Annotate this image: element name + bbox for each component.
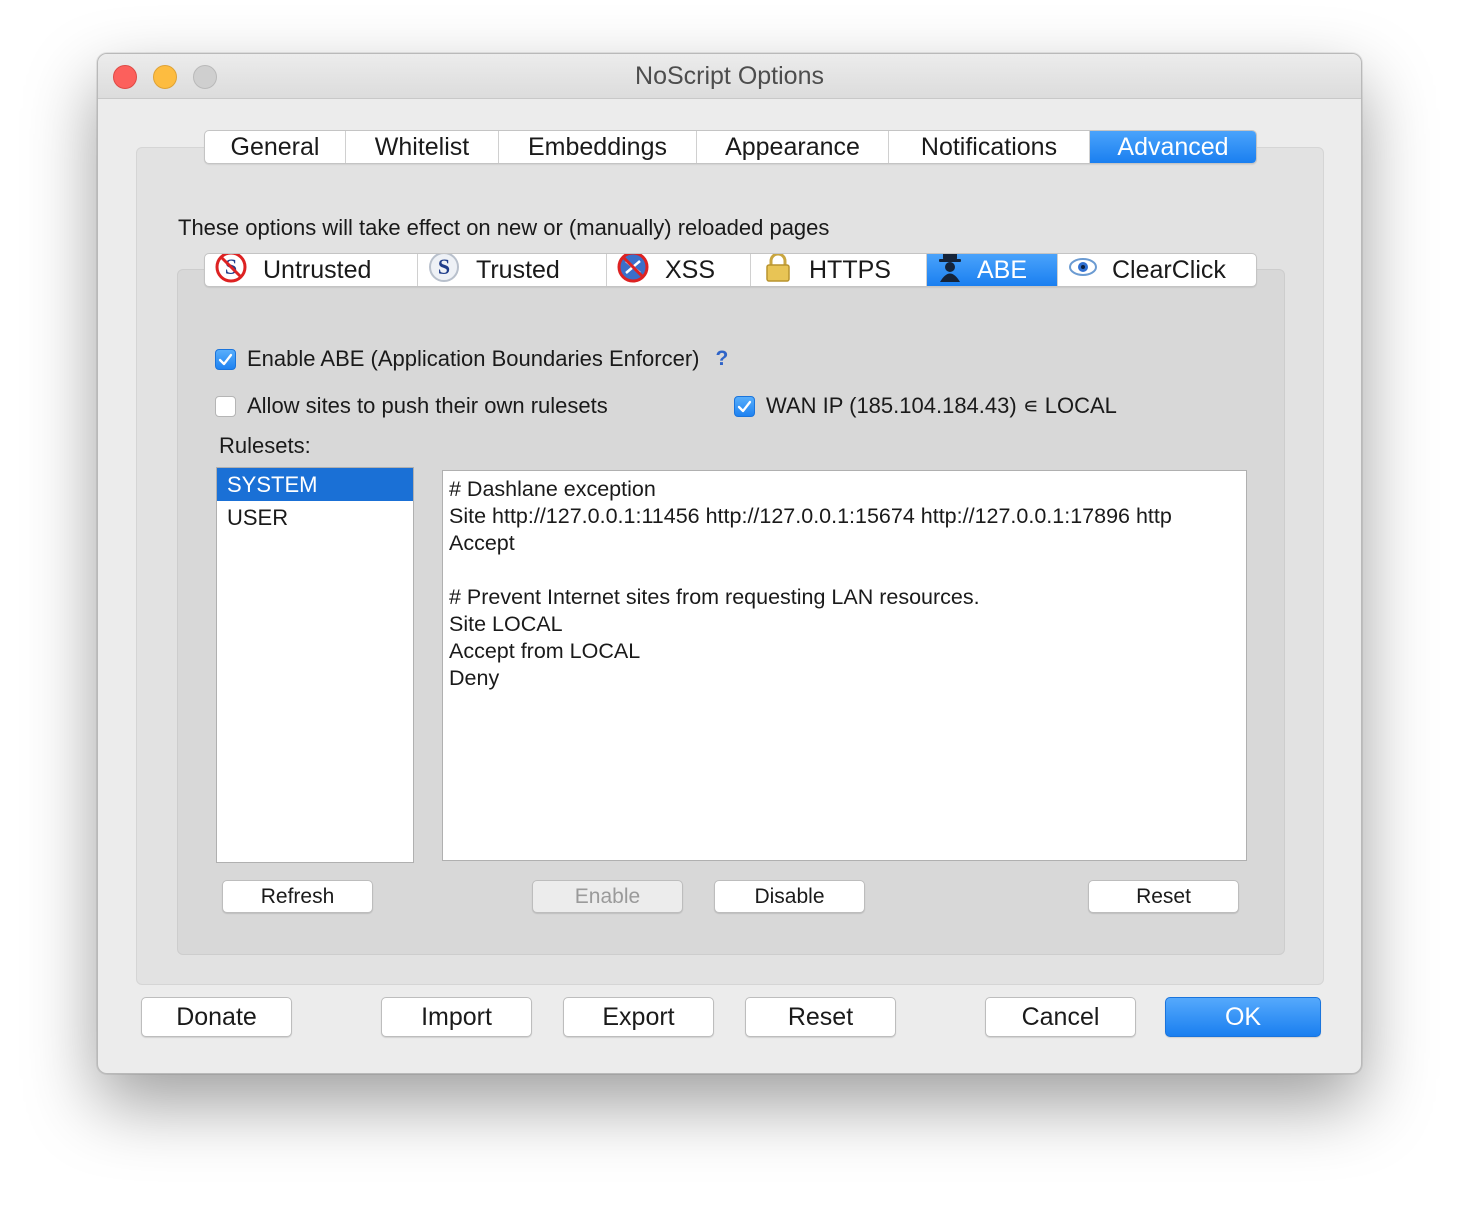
- reload-note: These options will take effect on new or…: [178, 215, 830, 240]
- subtab-untrusted[interactable]: S Untrusted: [205, 254, 418, 286]
- rule-line: Accept: [449, 531, 515, 555]
- wan-ip-checkbox[interactable]: [734, 395, 755, 417]
- ok-button[interactable]: OK: [1165, 997, 1321, 1037]
- xss-icon: [617, 254, 651, 286]
- rule-line: Accept from LOCAL: [449, 639, 641, 663]
- subtab-clearclick[interactable]: ClearClick: [1058, 254, 1256, 286]
- rule-line: Deny: [449, 666, 500, 690]
- rule-line: Site LOCAL: [449, 612, 563, 636]
- tab-general[interactable]: General: [205, 131, 346, 163]
- svg-text:S: S: [438, 254, 450, 279]
- export-button[interactable]: Export: [563, 997, 714, 1037]
- allow-push-checkbox[interactable]: [215, 395, 236, 417]
- rulesets-list[interactable]: SYSTEM USER: [216, 467, 414, 863]
- rulesets-label: Rulesets:: [219, 433, 311, 458]
- subtab-trusted[interactable]: S Trusted: [418, 254, 607, 286]
- abe-help-link[interactable]: ?: [715, 347, 728, 371]
- enable-abe-row: Enable ABE (Application Boundaries Enfor…: [215, 346, 728, 372]
- subtab-xss[interactable]: XSS: [607, 254, 751, 286]
- tab-advanced[interactable]: Advanced: [1090, 131, 1256, 163]
- wan-ip-label[interactable]: WAN IP (185.104.184.43) ∊ LOCAL: [766, 393, 1117, 419]
- subtab-trusted-label: Trusted: [476, 255, 560, 284]
- window-title: NoScript Options: [635, 62, 824, 90]
- disable-ruleset-button[interactable]: Disable: [714, 880, 865, 913]
- allow-push-row: Allow sites to push their own rulesets: [215, 393, 608, 419]
- trusted-s-icon: S: [428, 254, 462, 286]
- rule-line: # Dashlane exception: [449, 477, 656, 501]
- noscript-options-window: NoScript Options General Whitelist Embed…: [97, 53, 1362, 1074]
- enable-abe-checkbox[interactable]: [215, 348, 236, 370]
- subtab-https-label: HTTPS: [809, 255, 891, 284]
- subtab-https[interactable]: HTTPS: [751, 254, 927, 286]
- ruleset-item-system[interactable]: SYSTEM: [217, 468, 413, 501]
- subtab-abe[interactable]: ABE: [927, 254, 1058, 286]
- eye-icon: [1068, 254, 1098, 286]
- donate-button[interactable]: Donate: [141, 997, 292, 1037]
- subtab-untrusted-label: Untrusted: [263, 255, 372, 284]
- untrusted-s-icon: S: [215, 254, 249, 286]
- enable-ruleset-button[interactable]: Enable: [532, 880, 683, 913]
- title-bar: NoScript Options: [98, 54, 1361, 99]
- ruleset-editor[interactable]: # Dashlane exception Site http://127.0.0…: [442, 470, 1247, 861]
- rule-line: Site http://127.0.0.1:11456 http://127.0…: [449, 504, 1172, 528]
- main-tab-bar: General Whitelist Embeddings Appearance …: [204, 130, 1257, 164]
- tab-notifications[interactable]: Notifications: [889, 131, 1090, 163]
- enable-abe-label[interactable]: Enable ABE (Application Boundaries Enfor…: [247, 346, 699, 372]
- wan-ip-row: WAN IP (185.104.184.43) ∊ LOCAL: [734, 393, 1117, 419]
- ruleset-item-user[interactable]: USER: [217, 501, 413, 534]
- tab-embeddings[interactable]: Embeddings: [499, 131, 697, 163]
- advanced-subtab-bar: S Untrusted S Trusted: [204, 253, 1257, 287]
- subtab-clearclick-label: ClearClick: [1112, 255, 1226, 284]
- cancel-button[interactable]: Cancel: [985, 997, 1136, 1037]
- padlock-icon: [761, 254, 795, 286]
- rule-line: [449, 557, 1240, 584]
- subtab-abe-label: ABE: [977, 255, 1028, 284]
- allow-push-label[interactable]: Allow sites to push their own rulesets: [247, 393, 608, 419]
- reset-ruleset-button[interactable]: Reset: [1088, 880, 1239, 913]
- subtab-xss-label: XSS: [665, 255, 716, 284]
- abe-spy-icon: [937, 254, 963, 286]
- reset-all-button[interactable]: Reset: [745, 997, 896, 1037]
- tab-whitelist[interactable]: Whitelist: [346, 131, 499, 163]
- rule-line: # Prevent Internet sites from requesting…: [449, 585, 980, 609]
- refresh-button[interactable]: Refresh: [222, 880, 373, 913]
- abe-panel: Enable ABE (Application Boundaries Enfor…: [177, 269, 1285, 955]
- import-button[interactable]: Import: [381, 997, 532, 1037]
- tab-appearance[interactable]: Appearance: [697, 131, 889, 163]
